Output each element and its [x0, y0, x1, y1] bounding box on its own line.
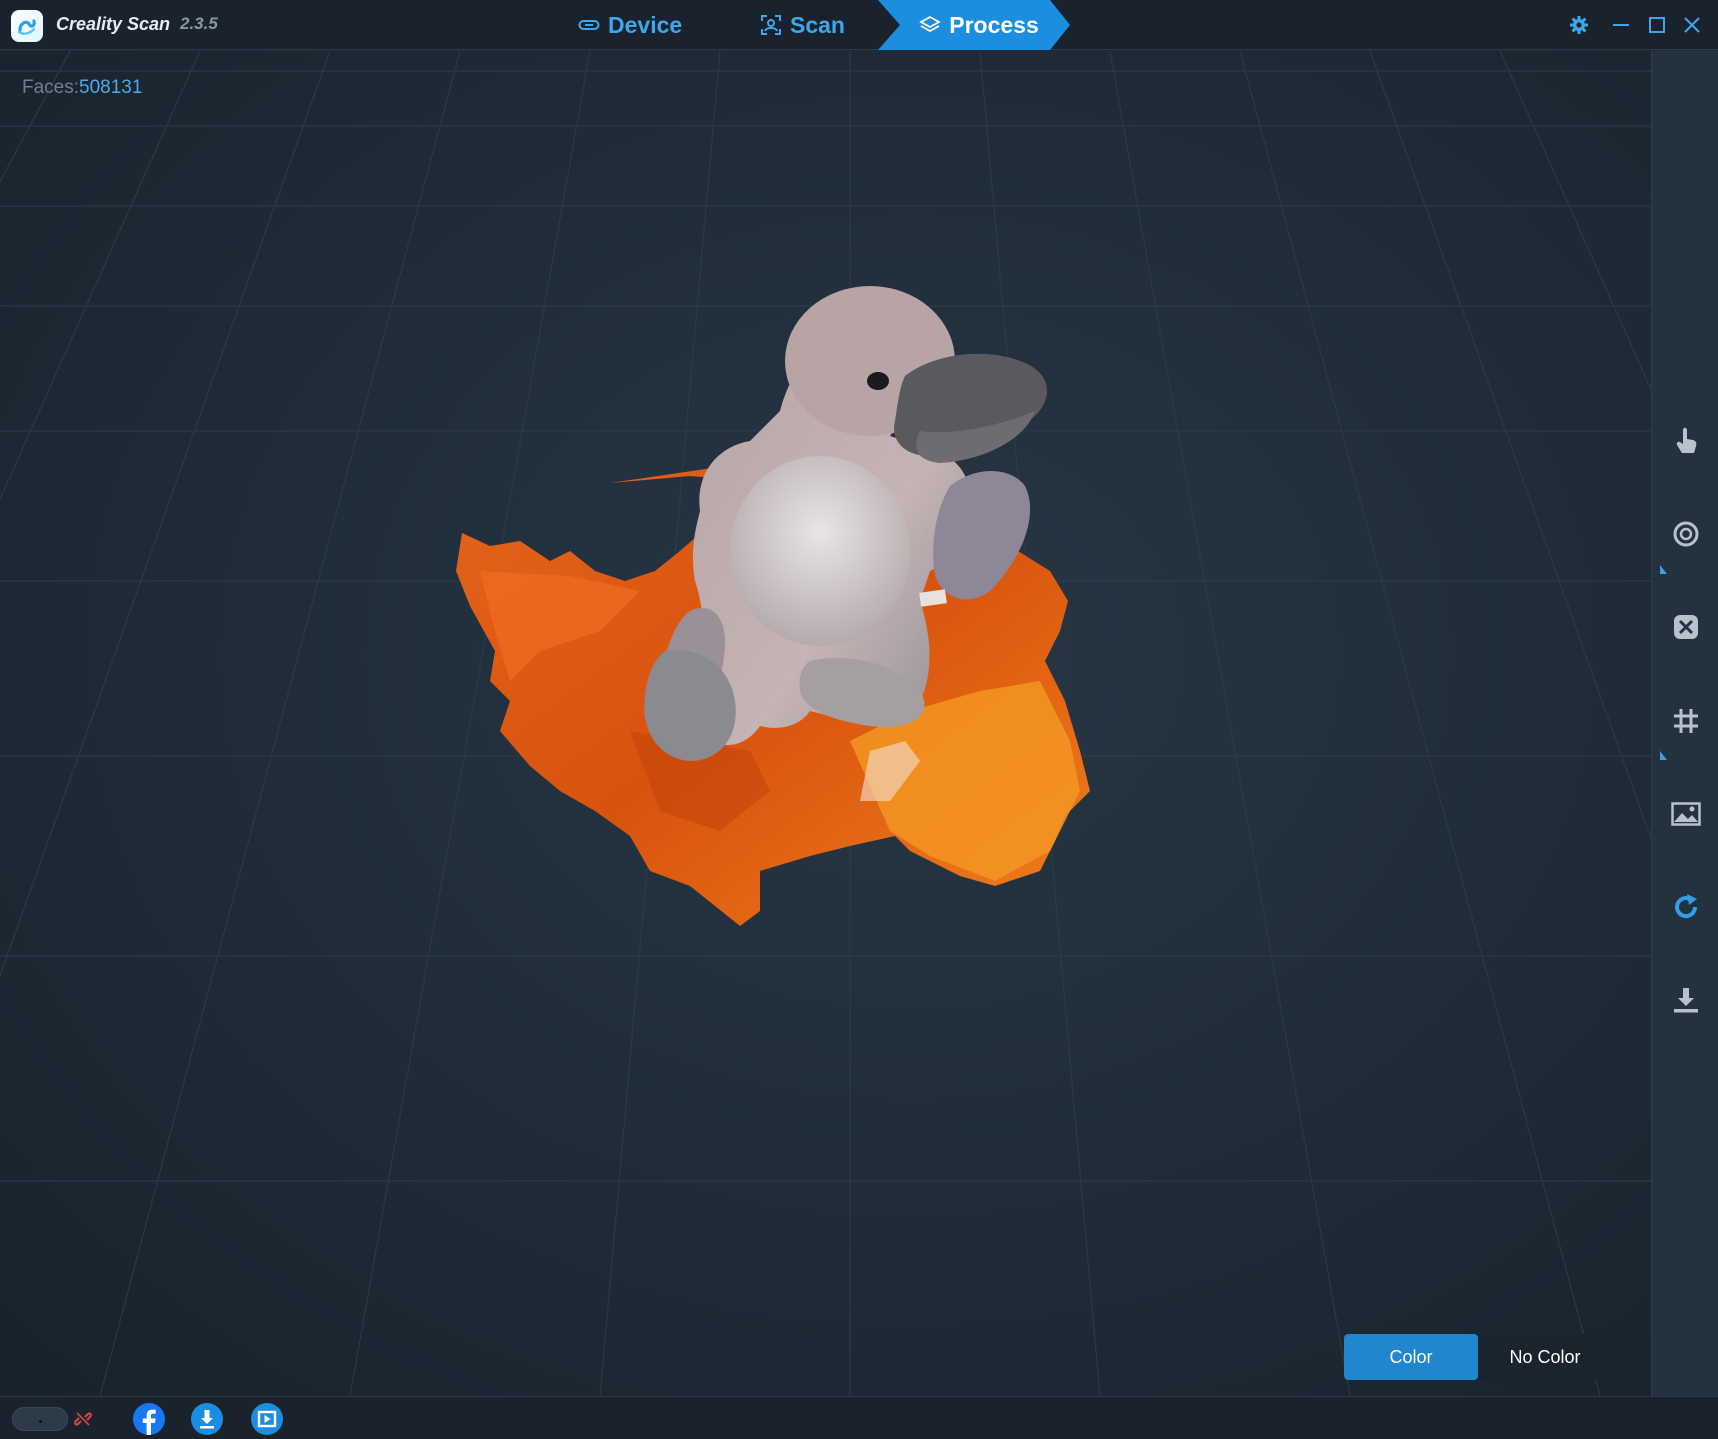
facebook-icon[interactable]: [132, 1402, 166, 1436]
hand-select-icon: [1676, 427, 1697, 453]
tab-process-label: Process: [949, 11, 1039, 38]
video-tutorial-icon[interactable]: [250, 1402, 284, 1436]
faces-value: 508131: [79, 77, 143, 98]
tab-scan-label: Scan: [790, 11, 845, 38]
lasso-icon: [1673, 521, 1699, 547]
mesh-icon: [1674, 709, 1698, 733]
tool-submenu-indicator: [1660, 565, 1667, 574]
scan-icon: [760, 14, 782, 36]
close-button[interactable]: [1679, 12, 1705, 38]
export-tool[interactable]: [1668, 982, 1704, 1018]
tool-submenu-indicator: [1660, 751, 1667, 760]
maximize-button[interactable]: [1644, 12, 1670, 38]
gear-icon: [1570, 16, 1588, 34]
color-mode-toggle: Color No Color: [1344, 1334, 1612, 1380]
scanned-model[interactable]: [450, 271, 1210, 1051]
tab-scan[interactable]: Scan: [760, 0, 845, 50]
faces-count: Faces:508131: [22, 77, 142, 99]
minimize-button[interactable]: [1608, 12, 1634, 38]
maximize-icon: [1649, 17, 1665, 33]
lasso-tool[interactable]: [1668, 516, 1704, 552]
refresh-tool[interactable]: [1668, 889, 1704, 925]
minimize-icon: [1613, 24, 1629, 26]
texture-icon: [1671, 802, 1701, 826]
3d-viewport[interactable]: Faces:508131 Color No Color: [0, 51, 1651, 1396]
refresh-icon: [1675, 894, 1698, 919]
hand-select-tool[interactable]: [1668, 423, 1704, 459]
export-icon: [1674, 988, 1698, 1013]
merge-icon: [1674, 615, 1698, 639]
title-bar: Creality Scan 2.3.5 Device Scan Process: [0, 0, 1718, 50]
close-icon: [1684, 17, 1700, 33]
layers-icon: [919, 15, 942, 35]
app-version: 2.3.5: [180, 14, 218, 33]
tab-process[interactable]: Process: [878, 0, 1070, 50]
device-connection-icon[interactable]: [12, 1407, 68, 1431]
tool-rail: [1651, 51, 1718, 1396]
device-icon: [578, 18, 600, 32]
texture-tool[interactable]: [1668, 796, 1704, 832]
status-bar: [0, 1396, 1718, 1439]
download-icon[interactable]: [190, 1402, 224, 1436]
app-name: Creality Scan: [56, 14, 171, 34]
mesh-tool[interactable]: [1668, 703, 1704, 739]
faces-label: Faces:: [22, 77, 80, 98]
tab-device[interactable]: Device: [578, 0, 682, 50]
merge-tool[interactable]: [1668, 609, 1704, 645]
tab-device-label: Device: [608, 11, 683, 38]
app-logo-icon: [11, 10, 43, 42]
color-button[interactable]: Color: [1344, 1334, 1478, 1380]
no-color-button[interactable]: No Color: [1478, 1334, 1612, 1380]
settings-button[interactable]: [1566, 12, 1592, 38]
unlinked-icon: [66, 1402, 100, 1436]
